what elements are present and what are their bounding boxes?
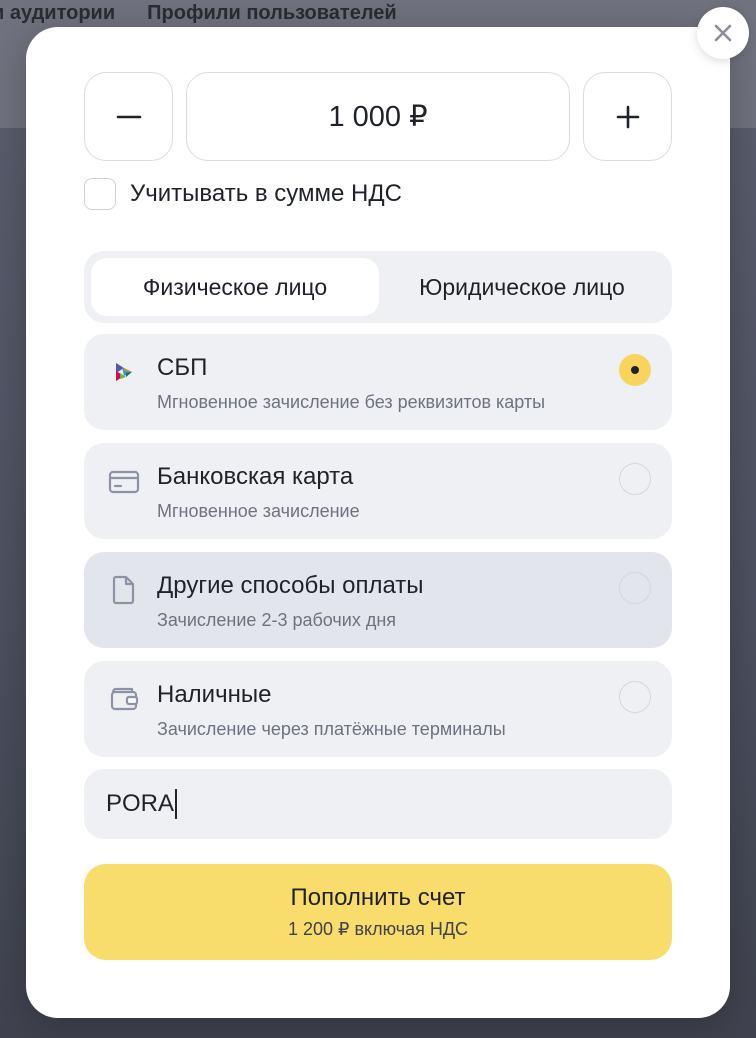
amount-input[interactable]: 1 000 ₽ bbox=[186, 72, 570, 161]
plus-icon bbox=[616, 105, 639, 128]
text-caret bbox=[175, 789, 178, 819]
vat-checkbox-row[interactable]: Учитывать в сумме НДС bbox=[84, 177, 402, 211]
tab-legal-entity[interactable]: Юридическое лицо bbox=[379, 258, 665, 316]
minus-icon bbox=[116, 115, 141, 118]
payer-type-switch: Физическое лицо Юридическое лицо bbox=[84, 251, 672, 323]
payment-option-title: Другие способы оплаты bbox=[157, 572, 424, 599]
payment-option-subtitle: Зачисление 2-3 рабочих дня bbox=[157, 610, 397, 630]
top-up-button-sublabel: 1 200 ₽ включая НДС bbox=[287, 919, 469, 939]
top-up-button-label: Пополнить счет bbox=[290, 884, 466, 911]
top-up-modal: 1 000 ₽ Учитывать в сумме НДС Физическое… bbox=[26, 27, 730, 1018]
payment-option-title: Наличные bbox=[157, 681, 272, 708]
close-button[interactable] bbox=[697, 7, 749, 59]
radio-button[interactable] bbox=[619, 681, 651, 713]
background-tabs: и аудитории Профили пользователей bbox=[0, 0, 756, 30]
amount-stepper: 1 000 ₽ bbox=[84, 72, 672, 161]
payment-option-cash[interactable]: Наличные Зачисление через платёжные терм… bbox=[84, 661, 672, 757]
wallet-icon bbox=[108, 683, 140, 715]
top-up-button[interactable]: Пополнить счет 1 200 ₽ включая НДС bbox=[84, 864, 672, 960]
payment-option-title: СБП bbox=[157, 354, 208, 381]
payment-option-subtitle: Мгновенное зачисление bbox=[157, 501, 360, 521]
promo-code-input[interactable]: PORA bbox=[84, 769, 672, 839]
payment-option-subtitle: Зачисление через платёжные терминалы bbox=[157, 719, 506, 739]
radio-button[interactable] bbox=[619, 354, 651, 386]
tab-individual[interactable]: Физическое лицо bbox=[91, 258, 379, 316]
payment-option-other[interactable]: Другие способы оплаты Зачисление 2-3 раб… bbox=[84, 552, 672, 648]
promo-code-value: PORA bbox=[106, 790, 175, 817]
increase-amount-button[interactable] bbox=[583, 72, 672, 161]
card-icon bbox=[108, 465, 140, 497]
sbp-icon bbox=[108, 356, 140, 388]
radio-button[interactable] bbox=[619, 572, 651, 604]
payment-option-bank-card[interactable]: Банковская карта Мгновенное зачисление bbox=[84, 443, 672, 539]
close-icon bbox=[714, 24, 732, 42]
document-icon bbox=[108, 574, 140, 606]
decrease-amount-button[interactable] bbox=[84, 72, 173, 161]
payment-option-title: Банковская карта bbox=[157, 463, 354, 490]
payment-option-sbp[interactable]: СБП Мгновенное зачисление без реквизитов… bbox=[84, 334, 672, 430]
vat-checkbox-label: Учитывать в сумме НДС bbox=[130, 180, 402, 207]
vat-checkbox[interactable] bbox=[84, 178, 116, 210]
radio-button[interactable] bbox=[619, 463, 651, 495]
payment-option-subtitle: Мгновенное зачисление без реквизитов кар… bbox=[157, 392, 546, 412]
